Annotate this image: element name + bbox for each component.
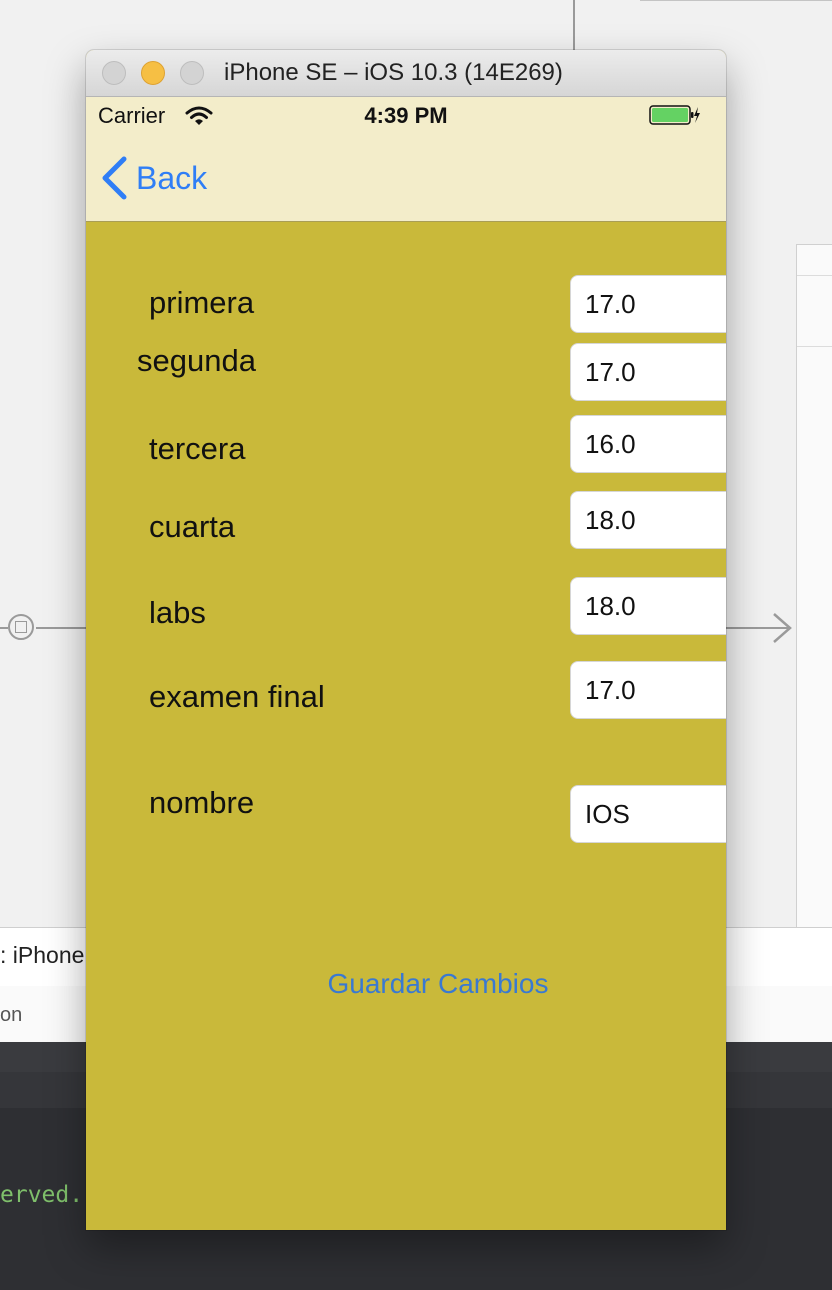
- segue-node-icon[interactable]: [8, 614, 34, 640]
- zoom-window-button[interactable]: [180, 61, 204, 85]
- segue-line-top: [573, 0, 575, 50]
- input-tercera[interactable]: [570, 415, 726, 473]
- device-bar-text: : iPhone: [0, 942, 85, 968]
- console-text: erved.: [0, 1182, 84, 1208]
- minimize-window-button[interactable]: [141, 61, 165, 85]
- edit-grades-form: primera segunda tercera cuarta labs exam…: [86, 222, 726, 1230]
- input-primera[interactable]: [570, 275, 726, 333]
- save-changes-button[interactable]: Guardar Cambios: [86, 968, 726, 1000]
- label-nombre: nombre: [149, 785, 255, 820]
- next-scene-preview[interactable]: [796, 244, 832, 929]
- simulator-titlebar[interactable]: iPhone SE – iOS 10.3 (14E269): [86, 50, 726, 97]
- back-button-label: Back: [136, 159, 208, 196]
- simulator-window: iPhone SE – iOS 10.3 (14E269) Carrier 4:…: [86, 50, 726, 1230]
- input-labs[interactable]: [570, 577, 726, 635]
- navigation-bar: Carrier 4:39 PM Back: [86, 97, 726, 222]
- segue-line-left: [36, 627, 86, 629]
- label-examen-final: examen final: [149, 679, 325, 714]
- label-primera: primera: [149, 285, 255, 320]
- label-labs: labs: [149, 595, 206, 630]
- close-window-button[interactable]: [102, 61, 126, 85]
- label-tercera: tercera: [149, 431, 246, 466]
- panel-bar-text: on: [0, 1004, 23, 1026]
- scene-edge-top: [640, 0, 832, 1]
- next-scene-navbar: [797, 275, 832, 347]
- input-examen-final[interactable]: [570, 661, 726, 719]
- battery-charging-icon: [649, 105, 700, 125]
- back-button[interactable]: Back: [100, 155, 207, 201]
- segue-line-left-edge: [0, 627, 8, 629]
- input-nombre[interactable]: [570, 785, 726, 843]
- segue-arrow-icon: [773, 613, 792, 643]
- input-segunda[interactable]: [570, 343, 726, 401]
- status-time: 4:39 PM: [364, 103, 448, 128]
- label-segunda: segunda: [137, 343, 256, 378]
- chevron-left-icon: [102, 156, 127, 200]
- label-cuarta: cuarta: [149, 509, 236, 544]
- simulator-title: iPhone SE – iOS 10.3 (14E269): [224, 59, 563, 86]
- input-cuarta[interactable]: [570, 491, 726, 549]
